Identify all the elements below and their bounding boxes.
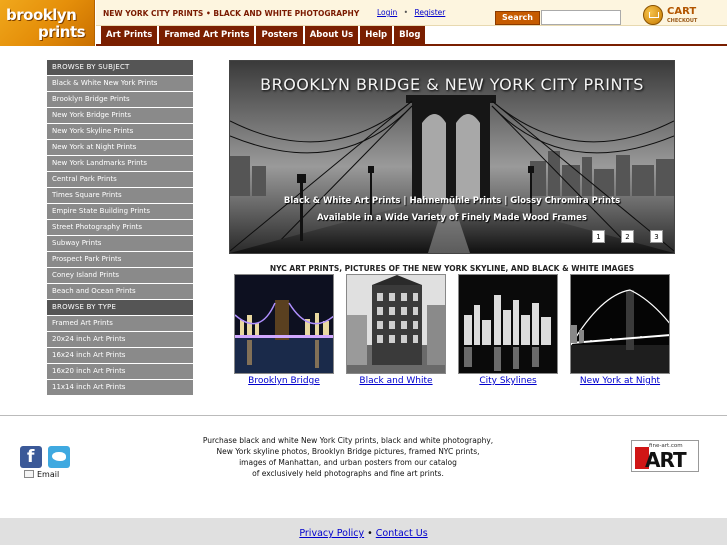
sidebar-item-beach-ocean[interactable]: Beach and Ocean Prints <box>47 284 193 299</box>
thumb-city-skylines[interactable] <box>458 274 558 374</box>
sidebar-item-16x20[interactable]: 16x20 inch Art Prints <box>47 364 193 379</box>
twitter-icon[interactable] <box>48 446 70 468</box>
caption-city-skylines[interactable]: City Skylines <box>452 376 564 386</box>
thumb-new-york-at-night[interactable] <box>570 274 670 374</box>
sidebar-header-subject: BROWSE BY SUBJECT <box>47 60 193 75</box>
sidebar-item-framed[interactable]: Framed Art Prints <box>47 316 193 331</box>
brooklyn-bridge-night-image <box>235 275 333 373</box>
footer-divider <box>0 415 727 416</box>
sidebar-header-type: BROWSE BY TYPE <box>47 300 193 315</box>
contact-us-link[interactable]: Contact Us <box>376 528 428 539</box>
page: brooklyn prints NEW YORK CITY PRINTS • B… <box>0 0 727 545</box>
auth-separator: • <box>403 8 409 17</box>
slide-page-3[interactable]: 3 <box>650 230 663 243</box>
slide-page-2[interactable]: 2 <box>621 230 634 243</box>
cart-checkout-button[interactable]: CART CHECKOUT <box>643 5 703 29</box>
site-header: brooklyn prints NEW YORK CITY PRINTS • B… <box>0 0 727 46</box>
sidebar-item-empire-state[interactable]: Empire State Building Prints <box>47 204 193 219</box>
city-skyline-image <box>459 275 557 373</box>
caption-brooklyn-bridge[interactable]: Brooklyn Bridge <box>228 376 340 386</box>
fine-art-logo-text: ART <box>645 448 687 472</box>
black-and-white-building-image <box>347 275 445 373</box>
search-button[interactable]: Search <box>495 11 540 25</box>
footer-line: New York skyline photos, Brooklyn Bridge… <box>216 447 480 456</box>
main-nav: Art Prints Framed Art Prints Posters Abo… <box>101 26 427 44</box>
footer-links: Privacy Policy • Contact Us <box>0 528 727 539</box>
footer-link-separator: • <box>367 528 373 539</box>
facebook-icon[interactable] <box>20 446 42 468</box>
footer-line: Purchase black and white New York City p… <box>202 436 494 445</box>
sidebar-item-bw-ny[interactable]: Black & White New York Prints <box>47 76 193 91</box>
sidebar-item-brooklyn-bridge[interactable]: Brooklyn Bridge Prints <box>47 92 193 107</box>
caption-black-and-white[interactable]: Black and White <box>340 376 452 386</box>
banner-subtitle-formats: Black & White Art Prints | Hahnemühle Pr… <box>283 196 621 206</box>
sidebar-item-prospect-park[interactable]: Prospect Park Prints <box>47 252 193 267</box>
login-link[interactable]: Login <box>377 8 397 17</box>
register-link[interactable]: Register <box>414 8 445 17</box>
sidebar-item-subway[interactable]: Subway Prints <box>47 236 193 251</box>
caption-new-york-at-night[interactable]: New York at Night <box>564 376 676 386</box>
thumb-black-and-white[interactable] <box>346 274 446 374</box>
sidebar-item-ny-landmarks[interactable]: New York Landmarks Prints <box>47 156 193 171</box>
nav-help[interactable]: Help <box>360 26 393 44</box>
gallery-heading: NYC ART PRINTS, PICTURES OF THE NEW YORK… <box>269 264 635 273</box>
banner-subtitle-frames: Available in a Wide Variety of Finely Ma… <box>317 213 587 223</box>
logo-text-top: brooklyn <box>6 6 77 24</box>
sidebar-item-ny-bridge[interactable]: New York Bridge Prints <box>47 108 193 123</box>
cart-icon <box>643 5 663 25</box>
privacy-policy-link[interactable]: Privacy Policy <box>299 528 364 539</box>
sidebar-item-ny-skyline[interactable]: New York Skyline Prints <box>47 124 193 139</box>
nav-about-us[interactable]: About Us <box>304 26 359 44</box>
footer-description: Purchase black and white New York City p… <box>178 435 518 479</box>
hero-banner[interactable]: BROOKLYN BRIDGE & NEW YORK CITY PRINTS B… <box>229 60 675 254</box>
nav-posters[interactable]: Posters <box>256 26 303 44</box>
nav-framed-art-prints[interactable]: Framed Art Prints <box>159 26 255 44</box>
sidebar-item-street-photography[interactable]: Street Photography Prints <box>47 220 193 235</box>
footer-line: images of Manhattan, and urban posters f… <box>239 458 457 467</box>
footer-line: of exclusively held photographs and fine… <box>252 469 444 478</box>
logo-text-bottom: prints <box>38 23 86 41</box>
cart-label: CART <box>667 6 697 17</box>
fine-art-badge[interactable]: fine-art.com ART <box>631 440 699 472</box>
thumb-brooklyn-bridge[interactable] <box>234 274 334 374</box>
slide-page-1[interactable]: 1 <box>592 230 605 243</box>
sidebar-item-times-square[interactable]: Times Square Prints <box>47 188 193 203</box>
email-label: Email <box>37 470 60 479</box>
sidebar-item-20x24[interactable]: 20x24 inch Art Prints <box>47 332 193 347</box>
sidebar: BROWSE BY SUBJECT Black & White New York… <box>47 60 193 396</box>
banner-title: BROOKLYN BRIDGE & NEW YORK CITY PRINTS <box>260 75 644 94</box>
header-divider <box>96 44 727 46</box>
sidebar-item-16x24[interactable]: 16x24 inch Art Prints <box>47 348 193 363</box>
brooklyn-prints-logo[interactable]: brooklyn prints <box>0 0 95 46</box>
top-bar: NEW YORK CITY PRINTS • BLACK AND WHITE P… <box>96 0 727 26</box>
envelope-icon <box>24 470 34 478</box>
checkout-label: CHECKOUT <box>667 18 698 24</box>
sidebar-item-central-park[interactable]: Central Park Prints <box>47 172 193 187</box>
sidebar-item-11x14[interactable]: 11x14 inch Art Prints <box>47 380 193 395</box>
sidebar-item-coney-island[interactable]: Coney Island Prints <box>47 268 193 283</box>
site-tagline: NEW YORK CITY PRINTS • BLACK AND WHITE P… <box>103 9 360 18</box>
new-york-night-bridge-image <box>571 275 669 373</box>
sidebar-item-ny-night[interactable]: New York at Night Prints <box>47 140 193 155</box>
search-input[interactable] <box>541 10 621 25</box>
email-link[interactable]: Email <box>24 470 59 479</box>
nav-art-prints[interactable]: Art Prints <box>101 26 158 44</box>
nav-blog[interactable]: Blog <box>394 26 426 44</box>
auth-links: Login • Register <box>377 8 445 17</box>
